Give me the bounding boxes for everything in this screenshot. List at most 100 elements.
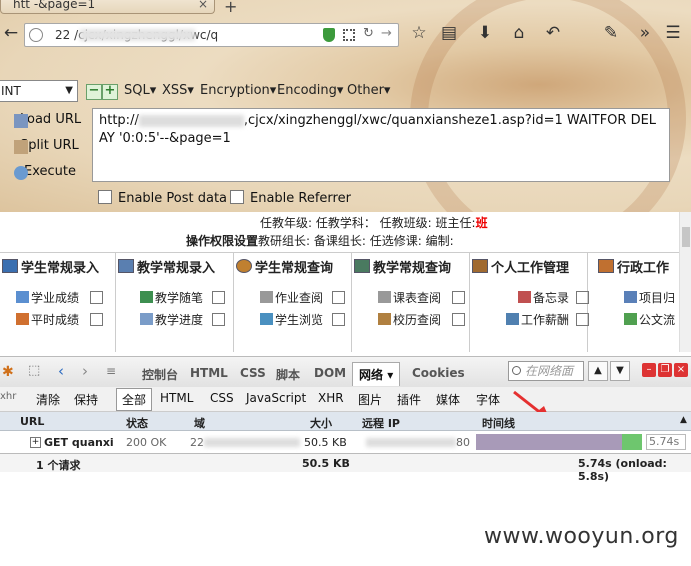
filter-all[interactable]: 全部	[116, 388, 153, 411]
enable-referrer-checkbox[interactable]: Enable Referrer	[230, 190, 351, 206]
menu-title[interactable]: 行政工作	[596, 257, 679, 279]
close-icon[interactable]: ×	[674, 363, 688, 377]
menu-link[interactable]: 公文流	[624, 311, 675, 328]
go-arrow-icon[interactable]: →	[381, 26, 392, 41]
tab-css[interactable]: CSS	[240, 366, 266, 380]
scrollbar-thumb[interactable]	[682, 227, 690, 247]
browser-tab[interactable]: htt -&page=1 ×	[0, 0, 215, 14]
tab-console[interactable]: 控制台	[142, 366, 178, 383]
reading-list-icon[interactable]: ▤	[438, 22, 460, 44]
menu-link[interactable]: 备忘录	[518, 289, 569, 306]
url-bar[interactable]: 22 /cjcx/xingzhenggl/xwc/q ↻ →	[24, 23, 399, 47]
new-tab-button[interactable]: +	[224, 0, 237, 16]
menu-encoding[interactable]: Encoding▾	[277, 83, 343, 98]
home-icon[interactable]: ⌂	[508, 22, 530, 44]
menu-checkbox[interactable]	[90, 313, 103, 326]
expand-icon[interactable]: +	[30, 437, 41, 448]
menu-title[interactable]: 个人工作管理	[470, 257, 587, 279]
chevron-double-right-icon[interactable]: »	[634, 22, 656, 44]
menu-link[interactable]: 平时成绩	[16, 311, 79, 328]
chevron-right-icon[interactable]: ›	[82, 362, 88, 380]
plus-icon[interactable]: +	[102, 84, 118, 100]
timeline-bar[interactable]	[476, 434, 642, 450]
search-input[interactable]: 在网络面	[508, 361, 584, 381]
pin-icon[interactable]: xhr	[0, 391, 16, 402]
mode-select[interactable]: INT ▼	[0, 80, 78, 102]
col-url[interactable]: URL	[20, 415, 44, 428]
chevron-left-icon[interactable]: ‹	[58, 362, 64, 380]
filter-css[interactable]: CSS	[210, 391, 234, 405]
menu-checkbox[interactable]	[576, 291, 589, 304]
menu-link[interactable]: 教学进度	[140, 311, 203, 328]
shield-icon[interactable]	[323, 28, 335, 42]
menu-title[interactable]: 学生常规录入	[0, 257, 117, 279]
qr-code-icon[interactable]	[343, 29, 355, 41]
menu-link[interactable]: 项目归	[624, 289, 675, 306]
col-domain[interactable]: 域	[194, 415, 205, 431]
load-url-button[interactable]: Load URL	[14, 112, 81, 128]
vertical-scrollbar[interactable]	[679, 212, 691, 352]
menu-link[interactable]: 教学随笔	[140, 289, 203, 306]
reload-icon[interactable]: ↻	[363, 26, 374, 41]
tab-cookies[interactable]: Cookies	[412, 366, 465, 380]
menu-sql[interactable]: SQL▾	[124, 83, 156, 98]
command-line-icon[interactable]: ≡	[106, 364, 116, 378]
filter-plugins[interactable]: 插件	[397, 391, 421, 408]
menu-checkbox[interactable]	[212, 291, 225, 304]
filter-media[interactable]: 媒体	[436, 391, 460, 408]
clear-button[interactable]: 清除	[36, 391, 60, 408]
bookmark-star-icon[interactable]: ☆	[408, 22, 430, 44]
tab-dom[interactable]: DOM	[314, 366, 346, 380]
persist-button[interactable]: 保持	[74, 391, 98, 408]
firebug-bug-icon[interactable]: ✱	[2, 364, 14, 380]
back-arrow-icon[interactable]: ←	[0, 22, 22, 44]
col-size[interactable]: 大小	[310, 415, 332, 431]
menu-link[interactable]: 作业查阅	[260, 289, 323, 306]
menu-checkbox[interactable]	[332, 313, 345, 326]
menu-link[interactable]: 校历查阅	[378, 311, 441, 328]
menu-link[interactable]: 学生浏览	[260, 311, 323, 328]
enable-post-checkbox[interactable]: Enable Post data	[98, 190, 227, 206]
chevron-up-icon[interactable]: ▲	[588, 361, 608, 381]
undo-icon[interactable]: ↶	[542, 22, 564, 44]
inspect-icon[interactable]: ⬚	[28, 363, 40, 378]
download-icon[interactable]: ⬇	[474, 22, 496, 44]
split-url-button[interactable]: Split URL	[14, 138, 79, 154]
minimize-icon[interactable]: –	[642, 363, 656, 377]
tab-html[interactable]: HTML	[190, 366, 228, 380]
menu-link[interactable]: 学业成绩	[16, 289, 79, 306]
menu-checkbox[interactable]	[452, 291, 465, 304]
filter-fonts[interactable]: 字体	[476, 391, 500, 408]
minus-icon[interactable]: −	[86, 84, 102, 100]
menu-checkbox[interactable]	[212, 313, 225, 326]
menu-title[interactable]: 教学常规查询	[352, 257, 469, 279]
menu-xss[interactable]: XSS▾	[162, 83, 194, 98]
menu-title[interactable]: 学生常规查询	[234, 257, 351, 279]
tab-script[interactable]: 脚本	[276, 366, 300, 383]
chevron-down-icon[interactable]: ▼	[610, 361, 630, 381]
filter-xhr[interactable]: XHR	[318, 391, 344, 405]
menu-checkbox[interactable]	[452, 313, 465, 326]
detach-icon[interactable]: ❐	[658, 363, 672, 377]
chevron-up-icon[interactable]: ▲	[680, 415, 687, 425]
filter-html[interactable]: HTML	[160, 391, 193, 405]
menu-checkbox[interactable]	[576, 313, 589, 326]
hamburger-menu-icon[interactable]: ☰	[662, 22, 684, 44]
close-icon[interactable]: ×	[198, 0, 208, 12]
menu-checkbox[interactable]	[332, 291, 345, 304]
col-timeline[interactable]: 时间线	[482, 415, 515, 431]
menu-link[interactable]: 课表查阅	[378, 289, 441, 306]
menu-link[interactable]: 工作薪酬	[506, 311, 569, 328]
filter-javascript[interactable]: JavaScript	[246, 391, 306, 405]
execute-button[interactable]: Execute	[14, 164, 76, 180]
menu-other[interactable]: Other▾	[347, 83, 390, 98]
col-remote-ip[interactable]: 远程 IP	[362, 415, 400, 431]
col-status[interactable]: 状态	[126, 415, 148, 431]
filter-images[interactable]: 图片	[358, 391, 382, 408]
payload-textarea[interactable]: http://,cjcx/xingzhenggl/xwc/quanxianshe…	[92, 108, 670, 182]
menu-checkbox[interactable]	[90, 291, 103, 304]
menu-title[interactable]: 教学常规录入	[116, 257, 233, 279]
tab-net[interactable]: 网络 ▾	[352, 362, 401, 386]
addon-icon[interactable]: ✎	[600, 22, 622, 44]
menu-encryption[interactable]: Encryption▾	[200, 83, 276, 98]
